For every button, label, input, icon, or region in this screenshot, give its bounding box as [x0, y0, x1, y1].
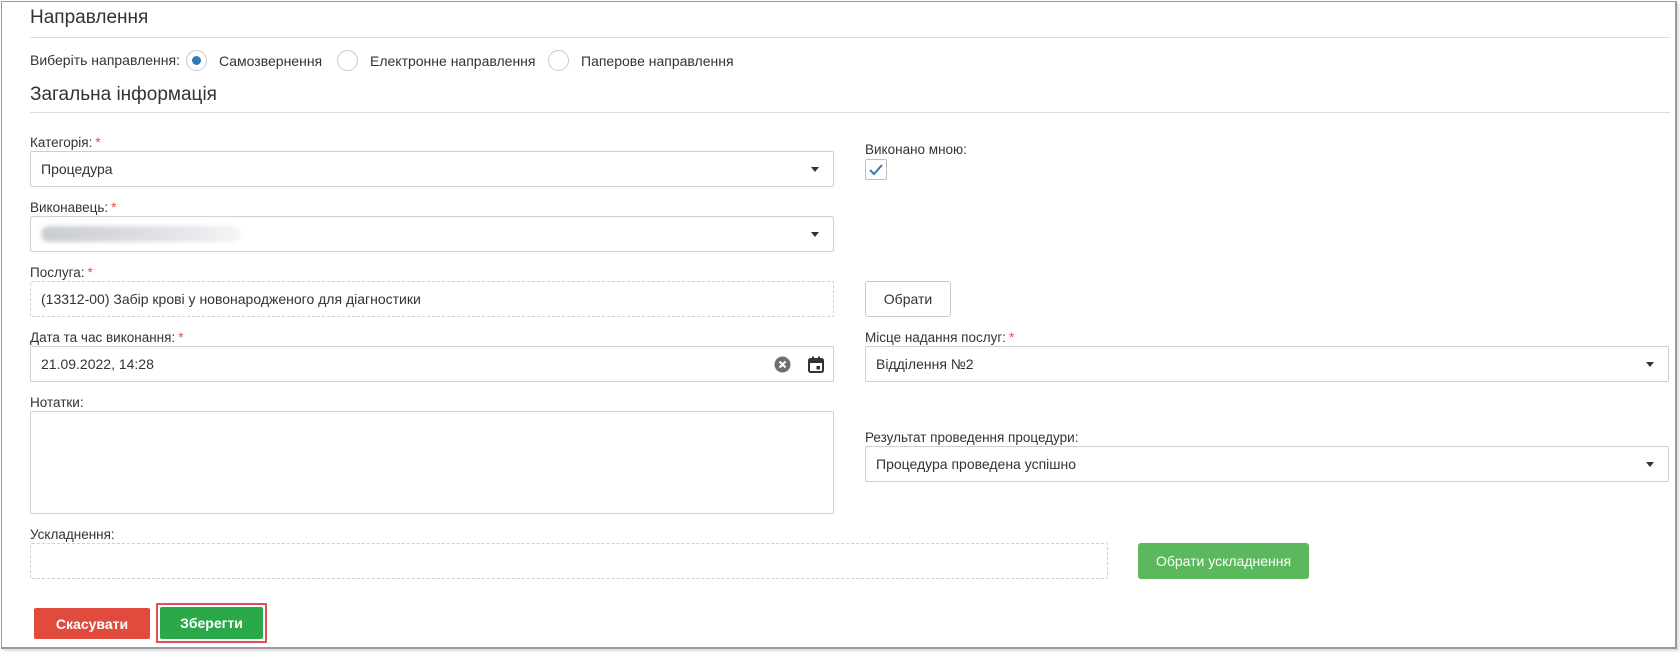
- performed-by-me-label: Виконано мною:: [865, 142, 967, 157]
- service-value: (13312-00) Забір крові у новонародженого…: [41, 291, 421, 307]
- complications-field[interactable]: [30, 543, 1108, 579]
- performed-by-me-checkbox[interactable]: [865, 159, 887, 180]
- chevron-down-icon: [811, 167, 819, 172]
- place-select[interactable]: Відділення №2: [865, 346, 1669, 382]
- notes-textarea[interactable]: [30, 411, 834, 514]
- save-button[interactable]: Зберегти: [160, 607, 263, 639]
- cancel-button[interactable]: Скасувати: [34, 608, 150, 639]
- clear-circle-icon[interactable]: [774, 356, 791, 373]
- complications-label: Ускладнення:: [30, 527, 115, 542]
- referral-choose-label: Виберіть направлення:: [30, 52, 180, 68]
- radio-paper-referral[interactable]: [548, 50, 569, 71]
- result-select[interactable]: Процедура проведена успішно: [865, 446, 1669, 482]
- calendar-icon[interactable]: [808, 356, 824, 373]
- performer-label: Виконавець: *: [30, 200, 117, 215]
- radio-self-referral-label[interactable]: Самозвернення: [219, 53, 322, 69]
- result-value: Процедура проведена успішно: [876, 456, 1077, 472]
- datetime-label: Дата та час виконання: *: [30, 330, 184, 345]
- service-field[interactable]: (13312-00) Забір крові у новонародженого…: [30, 281, 834, 317]
- general-section-title: Загальна інформація: [30, 84, 217, 105]
- service-label: Послуга: *: [30, 265, 93, 280]
- chevron-down-icon: [1646, 462, 1654, 467]
- datetime-input[interactable]: 21.09.2022, 14:28: [30, 346, 834, 382]
- referral-divider: [30, 37, 1670, 38]
- chevron-down-icon: [811, 232, 819, 237]
- performer-value-redacted: [41, 226, 241, 242]
- choose-complications-button[interactable]: Обрати ускладнення: [1138, 543, 1309, 579]
- choose-service-button[interactable]: Обрати: [865, 281, 951, 317]
- general-divider: [30, 112, 1670, 113]
- performer-select[interactable]: [30, 216, 834, 252]
- radio-electronic-referral-label[interactable]: Електронне направлення: [370, 53, 535, 69]
- chevron-down-icon: [1646, 362, 1654, 367]
- place-value: Відділення №2: [876, 356, 974, 372]
- radio-electronic-referral[interactable]: [337, 50, 358, 71]
- radio-self-referral[interactable]: [186, 50, 207, 71]
- result-label: Результат проведення процедури:: [865, 430, 1079, 445]
- place-label: Місце надання послуг: *: [865, 330, 1015, 345]
- category-select[interactable]: Процедура: [30, 151, 834, 187]
- notes-label: Нотатки:: [30, 395, 84, 410]
- category-value: Процедура: [41, 161, 113, 177]
- save-button-highlight: Зберегти: [156, 603, 267, 643]
- radio-paper-referral-label[interactable]: Паперове направлення: [581, 53, 734, 69]
- datetime-value: 21.09.2022, 14:28: [41, 356, 154, 372]
- referral-section-title: Направлення: [30, 7, 149, 28]
- check-icon: [869, 164, 883, 176]
- category-label: Категорія: *: [30, 135, 101, 150]
